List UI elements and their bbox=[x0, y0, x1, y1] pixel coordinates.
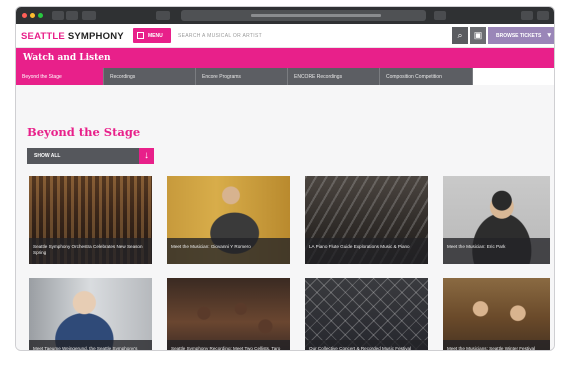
section-header: Watch and Listen bbox=[16, 48, 554, 68]
arrow-down-icon: ↓ bbox=[139, 148, 154, 164]
menu-label: MENU bbox=[148, 33, 163, 39]
tabs-icon[interactable] bbox=[521, 11, 533, 20]
tickets-label: BROWSE TICKETS bbox=[496, 33, 542, 39]
site-logo[interactable]: SEATTLE SYMPHONY bbox=[21, 31, 124, 42]
show-all-label: SHOW ALL bbox=[34, 153, 61, 159]
page-title: Beyond the Stage bbox=[27, 125, 141, 139]
chevron-down-icon: ▾ bbox=[547, 32, 551, 39]
video-caption: Seattle Symphony Recording: Meet Two Cel… bbox=[167, 340, 290, 350]
browser-window: SEATTLE SYMPHONY MENU SEARCH A MUSICAL O… bbox=[15, 6, 555, 351]
tab-encore-programs[interactable]: Encore Programs bbox=[196, 68, 288, 85]
forward-icon[interactable] bbox=[66, 11, 78, 20]
address-bar[interactable] bbox=[181, 10, 426, 21]
video-caption: Meet the Musicians: Seattle Winter Festi… bbox=[443, 340, 550, 350]
video-card[interactable]: Seattle Symphony Recording: Meet Two Cel… bbox=[167, 278, 290, 350]
logo-part-1: SEATTLE bbox=[21, 31, 65, 42]
main-content: Beyond the Stage SHOW ALL ↓ Seattle Symp… bbox=[16, 85, 554, 350]
site-header: SEATTLE SYMPHONY MENU SEARCH A MUSICAL O… bbox=[16, 24, 554, 48]
reload-icon[interactable] bbox=[434, 11, 446, 20]
video-card[interactable]: Meet the Musician: Giovanni Y Romero bbox=[167, 176, 290, 264]
video-card[interactable]: Meet the Musicians: Seattle Winter Festi… bbox=[443, 278, 550, 350]
tab-encore-recordings[interactable]: ENCORE Recordings bbox=[288, 68, 380, 85]
menu-button[interactable]: MENU bbox=[133, 28, 171, 43]
show-all-button[interactable]: SHOW ALL ↓ bbox=[27, 148, 154, 164]
video-card[interactable]: Meet Taeume Weingerund, the Seattle Symp… bbox=[29, 278, 152, 350]
browser-toolbar bbox=[16, 7, 554, 24]
tab-bar: Beyond the Stage Recordings Encore Progr… bbox=[16, 68, 554, 85]
maximize-window-icon[interactable] bbox=[38, 13, 43, 18]
video-caption: Meet Taeume Weingerund, the Seattle Symp… bbox=[29, 340, 152, 350]
tab-beyond-the-stage[interactable]: Beyond the Stage bbox=[16, 68, 104, 85]
browse-tickets-button[interactable]: BROWSE TICKETS ▾ bbox=[488, 27, 554, 44]
search-icon[interactable]: ⌕ bbox=[452, 27, 468, 44]
search-input[interactable]: SEARCH A MUSICAL OR ARTIST bbox=[178, 33, 262, 39]
section-title: Watch and Listen bbox=[23, 53, 111, 63]
video-caption: Our Collective Concert & Recorded Music … bbox=[305, 340, 428, 350]
video-card[interactable]: Our Collective Concert & Recorded Music … bbox=[305, 278, 428, 350]
cart-icon[interactable]: ▣ bbox=[470, 27, 486, 44]
logo-part-2: SYMPHONY bbox=[67, 31, 124, 42]
sidebar-icon[interactable] bbox=[82, 11, 96, 20]
minimize-window-icon[interactable] bbox=[30, 13, 35, 18]
close-window-icon[interactable] bbox=[22, 13, 27, 18]
share-icon[interactable] bbox=[156, 11, 170, 20]
address-text bbox=[251, 14, 381, 17]
video-card[interactable]: Meet the Musician: Eric Park bbox=[443, 176, 550, 264]
back-icon[interactable] bbox=[52, 11, 64, 20]
video-caption: Seattle Symphony Orchestra Celebrates Ne… bbox=[29, 238, 152, 264]
video-card[interactable]: Seattle Symphony Orchestra Celebrates Ne… bbox=[29, 176, 152, 264]
tab-composition-competition[interactable]: Composition Competition bbox=[380, 68, 473, 85]
new-tab-icon[interactable] bbox=[537, 11, 549, 20]
menu-icon bbox=[137, 32, 144, 39]
tab-recordings[interactable]: Recordings bbox=[104, 68, 196, 85]
video-caption: LA Piano Flute Guide Explorations Music … bbox=[305, 238, 428, 264]
video-caption: Meet the Musician: Eric Park bbox=[443, 238, 550, 264]
video-caption: Meet the Musician: Giovanni Y Romero bbox=[167, 238, 290, 264]
video-card[interactable]: LA Piano Flute Guide Explorations Music … bbox=[305, 176, 428, 264]
